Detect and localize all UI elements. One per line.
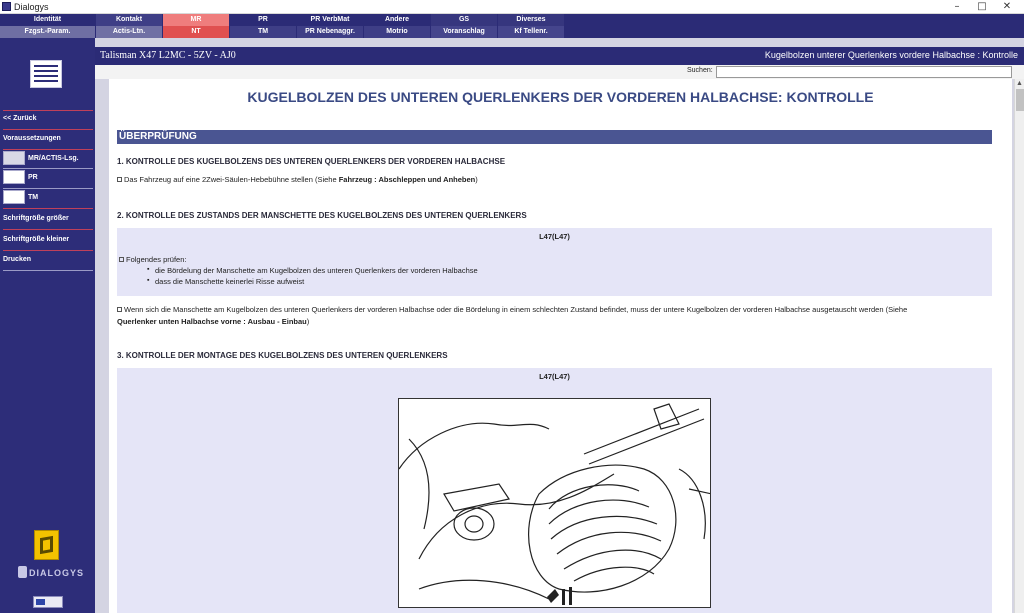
nav-kf-tellenr[interactable]: Kf Tellenr. <box>498 26 564 38</box>
ball-joint-drawing <box>399 403 710 605</box>
box-caption: L47(L47) <box>539 232 570 241</box>
window-title-bar: Dialogys – □ ✕ <box>0 0 1024 14</box>
window-title: Dialogys <box>14 2 49 12</box>
search-bar: Suchen: <box>95 65 1024 79</box>
mr-thumbnail-icon <box>3 151 25 165</box>
sidebar-item-print[interactable]: Drucken <box>3 252 93 267</box>
vehicle-label: Talisman X47 L2MC - 5ZV - AJ0 <box>100 50 236 61</box>
sidebar-item-tm[interactable]: TM <box>3 190 93 205</box>
checkbox-icon <box>117 307 122 312</box>
step3-heading: 3. KONTROLLE DER MONTAGE DES KUGELBOLZEN… <box>117 351 448 360</box>
search-input[interactable] <box>716 66 1012 78</box>
sidebar-divider <box>3 270 93 271</box>
search-label: Suchen: <box>687 67 713 74</box>
step1-link[interactable]: Fahrzeug : Abschleppen und Anheben <box>339 175 476 184</box>
nav-gs[interactable]: GS <box>431 14 497 26</box>
sidebar-divider <box>3 208 93 209</box>
sidebar-item-voraussetzungen[interactable]: Voraussetzungen <box>3 131 93 146</box>
sidebar-divider <box>3 188 93 189</box>
section-header: ÜBERPRÜFUNG <box>117 130 992 144</box>
top-navigation: Identität Fzgst.-Param. Kontakt Actis-Lt… <box>0 14 1024 38</box>
minimize-icon[interactable]: – <box>946 0 968 13</box>
tm-clock-icon <box>3 190 25 204</box>
sidebar-item-font-smaller[interactable]: Schriftgröße kleiner <box>3 232 93 247</box>
step1-text: Das Fahrzeug auf eine 2Zwei-Säulen-Hebeb… <box>117 175 478 184</box>
sidebar-divider <box>3 168 93 169</box>
breadcrumb: Kugelbolzen unterer Querlenkers vordere … <box>764 50 1018 60</box>
warning-link-line: Querlenker unten Halbachse vorne : Ausba… <box>117 317 310 326</box>
warning-text: Wenn sich die Manschette am Kugelbolzen … <box>117 305 907 314</box>
document-logo-icon <box>30 60 62 88</box>
nav-pr[interactable]: PR <box>230 14 296 26</box>
dialogys-logo: DIALOGYS <box>18 566 84 580</box>
nav-andere[interactable]: Andere <box>364 14 430 26</box>
nav-nt[interactable]: NT <box>163 26 229 38</box>
sidebar-item-back[interactable]: << Zurück <box>3 111 93 126</box>
nav-identitaet[interactable]: Identität <box>0 14 95 26</box>
nav-diverses-group: Diverses Kf Tellenr. <box>498 14 564 38</box>
page-title: KUGELBOLZEN DES UNTEREN QUERLENKERS DER … <box>247 89 874 105</box>
nav-pr-verbmat-group: PR VerbMat PR Nebenaggr. <box>297 14 363 38</box>
info-box: L47(L47) Folgendes prüfen: die Bördelung… <box>117 228 992 296</box>
sidebar-divider <box>3 250 93 251</box>
box-bullet: die Bördelung der Manschette am Kugelbol… <box>147 266 478 275</box>
nav-pr-verbmat[interactable]: PR VerbMat <box>297 14 363 26</box>
dialogys-mark-icon <box>18 566 27 578</box>
nav-pr-group: PR TM <box>230 14 296 38</box>
nav-diverses[interactable]: Diverses <box>498 14 564 26</box>
sidebar-divider <box>3 149 93 150</box>
sidebar-item-label: PR <box>28 174 38 181</box>
close-icon[interactable]: ✕ <box>996 0 1018 13</box>
ball-joint-diagram <box>398 398 711 608</box>
scroll-up-icon[interactable]: ▲ <box>1016 80 1023 87</box>
nav-pr-nebenaggr[interactable]: PR Nebenaggr. <box>297 26 363 38</box>
dialogys-brand-text: DIALOGYS <box>29 568 85 578</box>
nav-voranschlag[interactable]: Voranschlag <box>431 26 497 38</box>
nav-contact-group: Kontakt Actis-Ltn. <box>96 14 162 38</box>
figure-box: L47(L47) <box>117 368 992 613</box>
sidebar-item-pr[interactable]: PR <box>3 170 93 185</box>
box-bullet: dass die Manschette keinerlei Risse aufw… <box>147 277 304 286</box>
document-view: KUGELBOLZEN DES UNTEREN QUERLENKERS DER … <box>109 79 1012 613</box>
nav-gs-group: GS Voranschlag <box>431 14 497 38</box>
language-flag-icon[interactable] <box>33 596 63 608</box>
checkbox-icon <box>119 257 124 262</box>
main-content: Talisman X47 L2MC - 5ZV - AJ0 Kugelbolze… <box>95 38 1024 613</box>
nav-identity-group: Identität Fzgst.-Param. <box>0 14 95 38</box>
sidebar-item-label: TM <box>28 194 39 201</box>
renault-logo-icon <box>34 530 59 560</box>
box-intro: Folgendes prüfen: <box>119 255 186 264</box>
checkbox-icon <box>117 177 122 182</box>
step1-heading: 1. KONTROLLE DES KUGELBOLZENS DES UNTERE… <box>117 157 506 166</box>
sidebar-item-label: MR/ACTIS-Lsg. <box>28 155 79 162</box>
box-caption: L47(L47) <box>539 372 570 381</box>
sidebar-divider <box>3 129 93 130</box>
nav-mr[interactable]: MR <box>163 14 229 26</box>
nav-fzgst-param[interactable]: Fzgst.-Param. <box>0 26 95 38</box>
step2-heading: 2. KONTROLLE DES ZUSTANDS DER MANSCHETTE… <box>117 211 527 220</box>
nav-tm[interactable]: TM <box>230 26 296 38</box>
vehicle-bar: Talisman X47 L2MC - 5ZV - AJ0 Kugelbolze… <box>95 47 1024 65</box>
nav-motrio[interactable]: Motrio <box>364 26 430 38</box>
nav-kontakt[interactable]: Kontakt <box>96 14 162 26</box>
maximize-icon[interactable]: □ <box>971 0 993 13</box>
pr-wrench-icon <box>3 170 25 184</box>
warning-link[interactable]: Querlenker unten Halbachse vorne : Ausba… <box>117 317 307 326</box>
nav-mr-group: MR NT <box>163 14 229 38</box>
left-sidebar: << Zurück Voraussetzungen MR/ACTIS-Lsg. … <box>0 38 95 613</box>
vertical-scrollbar[interactable]: ▲ <box>1014 79 1024 613</box>
nav-actis-ltn[interactable]: Actis-Ltn. <box>96 26 162 38</box>
sidebar-item-font-larger[interactable]: Schriftgröße größer <box>3 211 93 226</box>
scrollbar-thumb[interactable] <box>1016 89 1024 111</box>
app-icon <box>2 2 11 11</box>
nav-andere-group: Andere Motrio <box>364 14 430 38</box>
sidebar-item-mr-actis[interactable]: MR/ACTIS-Lsg. <box>3 151 93 166</box>
sidebar-divider <box>3 229 93 230</box>
